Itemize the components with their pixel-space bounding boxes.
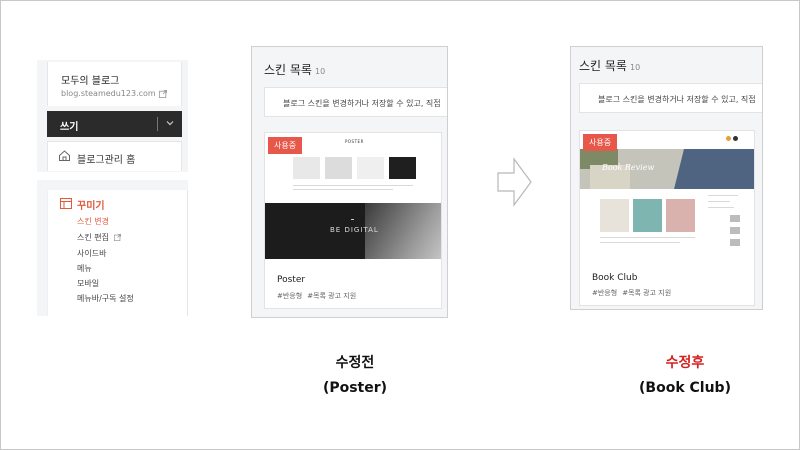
preview-text-line bbox=[293, 189, 393, 190]
preview-text-line bbox=[708, 201, 730, 202]
in-use-badge: 사용중 bbox=[268, 137, 303, 154]
preview-text-line bbox=[708, 207, 734, 208]
admin-home-label: 블로그관리 홈 bbox=[77, 155, 136, 166]
write-divider bbox=[157, 117, 158, 131]
skin-list-title-text: 스킨 목록 bbox=[579, 59, 627, 73]
sidebar-item-skin-edit[interactable]: 스킨 편집 bbox=[77, 232, 121, 243]
right-arrow-icon bbox=[497, 157, 532, 207]
skin-list-title: 스킨 목록 10 bbox=[264, 61, 325, 78]
sidebar-gap bbox=[37, 180, 188, 190]
sidebar-item-sidebar[interactable]: 사이드바 bbox=[77, 248, 106, 259]
skin-name: Book Club bbox=[592, 273, 638, 283]
nav-dot bbox=[726, 136, 731, 141]
skin-tag: #반응형 bbox=[277, 292, 303, 300]
blog-name[interactable]: 모두의 블로그 bbox=[61, 72, 119, 87]
preview-text-line bbox=[600, 242, 680, 243]
decorate-menu-title[interactable]: 꾸미기 bbox=[77, 197, 105, 212]
sidebar-item-mobile[interactable]: 모바일 bbox=[77, 278, 99, 289]
caption-before-skin: (Poster) bbox=[322, 380, 388, 396]
in-use-badge: 사용중 bbox=[583, 134, 618, 151]
skin-list-description: 블로그 스킨을 변경하거나 저장할 수 있고, 직접 bbox=[579, 83, 762, 113]
external-link-icon bbox=[113, 234, 121, 241]
skin-list-panel-after: 스킨 목록 10 블로그 스킨을 변경하거나 저장할 수 있고, 직접 사용중 B… bbox=[570, 46, 763, 310]
write-button[interactable]: 쓰기 bbox=[47, 111, 182, 137]
preview-thumbnail bbox=[389, 157, 416, 179]
preview-side-thumb bbox=[730, 239, 740, 246]
poster-banner-text: BE DIGITAL bbox=[330, 226, 379, 234]
home-icon bbox=[59, 150, 70, 161]
preview-book-card bbox=[633, 199, 662, 232]
skin-list-panel-before: 스킨 목록 10 블로그 스킨을 변경하거나 저장할 수 있고, 직접 사용중 P… bbox=[251, 46, 448, 318]
nav-dot bbox=[733, 136, 738, 141]
bookclub-banner-text: Book Review bbox=[602, 163, 655, 172]
sidebar-item-skin-change[interactable]: 스킨 변경 bbox=[77, 216, 109, 227]
write-button-label: 쓰기 bbox=[60, 122, 79, 133]
preview-text-line bbox=[293, 185, 413, 186]
caption-after-skin: (Book Club) bbox=[639, 380, 731, 396]
sidebar-item-menu[interactable]: 메뉴 bbox=[77, 263, 92, 274]
skin-list-title: 스킨 목록 10 bbox=[579, 57, 640, 74]
banner-dot bbox=[351, 219, 354, 220]
preview-book-card bbox=[666, 199, 695, 232]
skin-card-poster[interactable]: 사용중 POSTER BE DIGITAL Poster #반응형 #목록 광고 … bbox=[264, 132, 442, 309]
caption-before: 수정전 bbox=[335, 355, 375, 371]
skin-edit-label: 스킨 편집 bbox=[77, 233, 109, 242]
sidebar-item-menubar-subscribe[interactable]: 메뉴바/구독 설정 bbox=[77, 293, 134, 304]
preview-thumbnail bbox=[325, 157, 352, 179]
blog-url-text[interactable]: blog.steamedu123.com bbox=[61, 89, 156, 98]
preview-side-thumb bbox=[730, 215, 740, 222]
skin-tag: #목록 광고 지원 bbox=[622, 289, 672, 297]
skin-count: 10 bbox=[629, 63, 641, 72]
skin-tag: #목록 광고 지원 bbox=[307, 292, 357, 300]
banner-book bbox=[674, 149, 754, 189]
layout-icon bbox=[60, 198, 72, 209]
blog-info-card[interactable]: 모두의 블로그 blog.steamedu123.com bbox=[47, 62, 182, 106]
skin-name: Poster bbox=[277, 275, 306, 285]
blog-url[interactable]: blog.steamedu123.com bbox=[61, 89, 167, 98]
skin-tags: #반응형 #목록 광고 지원 bbox=[277, 291, 361, 301]
skin-list-title-text: 스킨 목록 bbox=[264, 63, 312, 77]
sidebar-item-admin-home[interactable]: 블로그관리 홈 bbox=[47, 141, 182, 171]
skin-count: 10 bbox=[314, 67, 326, 76]
chevron-down-icon[interactable] bbox=[164, 117, 176, 129]
skin-list-description: 블로그 스킨을 변경하거나 저장할 수 있고, 직접 bbox=[264, 87, 447, 117]
poster-preview-logo: POSTER bbox=[345, 139, 364, 144]
poster-preview-banner: BE DIGITAL bbox=[265, 203, 441, 259]
skin-card-book-club[interactable]: 사용중 Book Review Book Club #반응형 #목록 광고 지원 bbox=[579, 130, 755, 306]
preview-side-thumb bbox=[730, 227, 740, 234]
bookclub-preview-content bbox=[580, 189, 754, 267]
preview-text-line bbox=[600, 237, 695, 238]
preview-thumbnail bbox=[293, 157, 320, 179]
poster-preview-thumbnails bbox=[293, 157, 417, 181]
sidebar-gap-left bbox=[37, 190, 47, 316]
bookclub-preview-banner: Book Review bbox=[580, 149, 754, 189]
preview-thumbnail bbox=[357, 157, 384, 179]
caption-after: 수정후 bbox=[665, 355, 705, 371]
external-link-icon bbox=[158, 89, 167, 98]
skin-tags: #반응형 #목록 광고 지원 bbox=[592, 288, 676, 298]
preview-text-line bbox=[708, 195, 738, 196]
preview-book-card bbox=[600, 199, 629, 232]
skin-tag: #반응형 bbox=[592, 289, 618, 297]
